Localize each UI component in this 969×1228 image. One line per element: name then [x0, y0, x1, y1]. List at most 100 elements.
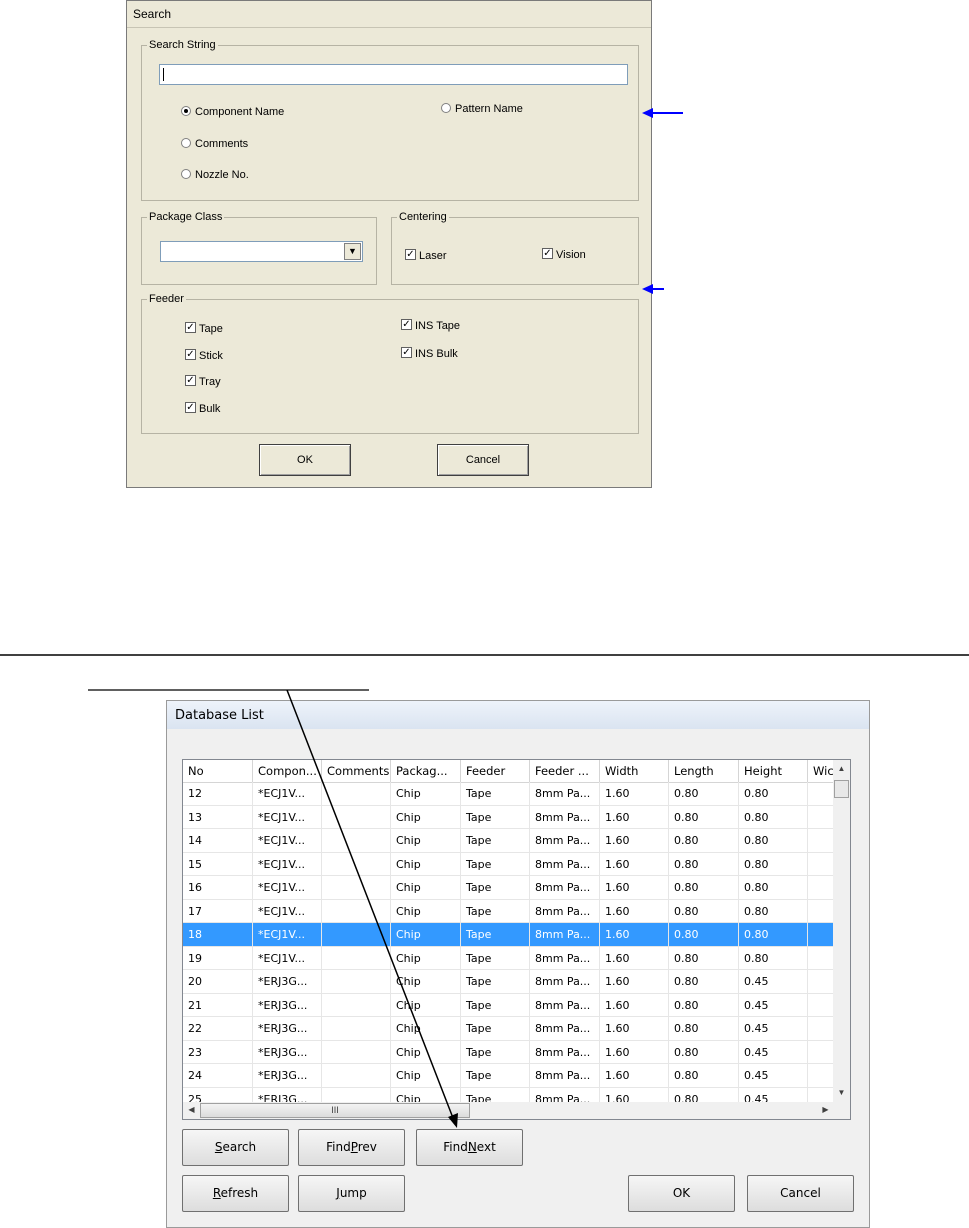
column-header-comments[interactable]: Comments [322, 760, 391, 782]
column-header-wid[interactable]: Wic [808, 760, 834, 782]
cell-comments [322, 946, 391, 970]
jump-button[interactable]: Jump [298, 1175, 405, 1212]
column-header-package[interactable]: Packag... [391, 760, 461, 782]
table-row[interactable]: 20 *ERJ3G... Chip Tape 8mm Pa... 1.60 0.80 0.45 [183, 970, 834, 994]
table-row[interactable]: 17 *ECJ1V... Chip Tape 8mm Pa... 1.60 0.80 0.80 [183, 899, 834, 923]
scroll-thumb[interactable]: III [200, 1103, 470, 1118]
checkbox-label: Vision [556, 249, 586, 261]
column-header-length[interactable]: Length [669, 760, 739, 782]
cell-wid [808, 1040, 834, 1064]
access-key: S [214, 1140, 223, 1154]
cell-width: 1.60 [600, 805, 669, 829]
column-header-component[interactable]: Compon... [253, 760, 322, 782]
scrollbar-corner [833, 1102, 850, 1119]
search-dialog-title: Search [127, 1, 651, 28]
cell-package: Chip [391, 946, 461, 970]
horizontal-scrollbar[interactable]: ◀ III ▶ [183, 1102, 834, 1119]
cell-width: 1.60 [600, 1040, 669, 1064]
cell-height: 0.80 [739, 805, 808, 829]
column-header-no[interactable]: No [183, 760, 253, 782]
table-row[interactable]: 21 *ERJ3G... Chip Tape 8mm Pa... 1.60 0.80 0.45 [183, 993, 834, 1017]
column-header-feeder[interactable]: Feeder [461, 760, 530, 782]
find-next-button[interactable]: FindNext [416, 1129, 523, 1166]
column-header-feeder-type[interactable]: Feeder ... [530, 760, 600, 782]
text-caret [163, 68, 164, 81]
cell-wid [808, 829, 834, 853]
database-list-dialog: Database List No Compon... Comments Pack… [166, 700, 870, 1228]
search-string-input[interactable] [159, 64, 628, 85]
cell-component: *ECJ1V... [253, 946, 322, 970]
cell-no: 19 [183, 946, 253, 970]
refresh-button[interactable]: Refresh [182, 1175, 289, 1212]
database-list-title: Database List [167, 701, 869, 729]
cell-length: 0.80 [669, 829, 739, 853]
cancel-button[interactable]: Cancel [747, 1175, 854, 1212]
checkbox-checked-icon: ✓ [542, 248, 553, 259]
table-row[interactable]: 24 *ERJ3G... Chip Tape 8mm Pa... 1.60 0.80 0.45 [183, 1064, 834, 1088]
cell-length: 0.80 [669, 993, 739, 1017]
table-row[interactable]: 15 *ECJ1V... Chip Tape 8mm Pa... 1.60 0.80 0.80 [183, 852, 834, 876]
scroll-thumb[interactable] [834, 780, 849, 798]
checkbox-label: INS Bulk [415, 348, 458, 360]
cell-component: *ERJ3G... [253, 970, 322, 994]
cell-no: 21 [183, 993, 253, 1017]
cell-comments [322, 852, 391, 876]
scroll-down-icon[interactable]: ▼ [833, 1088, 850, 1097]
checkbox-label: Bulk [199, 403, 221, 415]
cell-no: 24 [183, 1064, 253, 1088]
table-row[interactable]: 18 *ECJ1V... Chip Tape 8mm Pa... 1.60 0.80 0.80 [183, 923, 834, 947]
centering-group: Centering ✓ Laser ✓ Vision [391, 210, 639, 285]
checkbox-checked-icon: ✓ [185, 322, 196, 333]
column-header-height[interactable]: Height [739, 760, 808, 782]
cell-length: 0.80 [669, 876, 739, 900]
column-header-width[interactable]: Width [600, 760, 669, 782]
chevron-down-icon[interactable]: ▼ [344, 243, 361, 260]
cell-width: 1.60 [600, 852, 669, 876]
table-row[interactable]: 14 *ECJ1V... Chip Tape 8mm Pa... 1.60 0.80 0.80 [183, 829, 834, 853]
cell-length: 0.80 [669, 970, 739, 994]
cancel-button[interactable]: Cancel [437, 444, 529, 476]
cell-no: 14 [183, 829, 253, 853]
cell-width: 1.60 [600, 993, 669, 1017]
cell-feeder-type: 8mm Pa... [530, 805, 600, 829]
cell-component: *ECJ1V... [253, 876, 322, 900]
cell-package: Chip [391, 876, 461, 900]
cell-comments [322, 1040, 391, 1064]
cell-no: 23 [183, 1040, 253, 1064]
checkbox-checked-icon: ✓ [185, 349, 196, 360]
scroll-left-icon[interactable]: ◀ [183, 1105, 200, 1114]
database-table[interactable]: No Compon... Comments Packag... Feeder F… [182, 759, 851, 1120]
cell-comments [322, 993, 391, 1017]
cell-feeder-type: 8mm Pa... [530, 923, 600, 947]
cell-wid [808, 970, 834, 994]
ok-button[interactable]: OK [628, 1175, 735, 1212]
table-row[interactable]: 16 *ECJ1V... Chip Tape 8mm Pa... 1.60 0.80 0.80 [183, 876, 834, 900]
checkbox-label: Tape [199, 323, 223, 335]
cell-feeder: Tape [461, 852, 530, 876]
table-row[interactable]: 22 *ERJ3G... Chip Tape 8mm Pa... 1.60 0.80 0.45 [183, 1017, 834, 1041]
cell-package: Chip [391, 899, 461, 923]
cell-component: *ECJ1V... [253, 829, 322, 853]
vertical-scrollbar[interactable]: ▲ ▼ [833, 760, 850, 1102]
cell-length: 0.80 [669, 782, 739, 806]
cell-feeder: Tape [461, 829, 530, 853]
package-class-select[interactable]: ▼ [160, 241, 363, 262]
scroll-right-icon[interactable]: ▶ [817, 1105, 834, 1114]
ok-button[interactable]: OK [259, 444, 351, 476]
find-prev-button[interactable]: FindPrev [298, 1129, 405, 1166]
table-row[interactable]: 13 *ECJ1V... Chip Tape 8mm Pa... 1.60 0.80 0.80 [183, 805, 834, 829]
checkbox-label: Tray [199, 376, 221, 388]
cell-length: 0.80 [669, 1017, 739, 1041]
cell-package: Chip [391, 782, 461, 806]
table-row[interactable]: 19 *ECJ1V... Chip Tape 8mm Pa... 1.60 0.80 0.80 [183, 946, 834, 970]
scroll-up-icon[interactable]: ▲ [833, 764, 850, 773]
cell-height: 0.45 [739, 1040, 808, 1064]
checkbox-label: INS Tape [415, 320, 461, 332]
cell-wid [808, 923, 834, 947]
button-text: earch [222, 1140, 257, 1154]
search-button[interactable]: Search [182, 1129, 289, 1166]
cell-width: 1.60 [600, 1064, 669, 1088]
table-row[interactable]: 12 *ECJ1V... Chip Tape 8mm Pa... 1.60 0.80 0.80 [183, 782, 834, 806]
table-row[interactable]: 23 *ERJ3G... Chip Tape 8mm Pa... 1.60 0.80 0.45 [183, 1040, 834, 1064]
cell-height: 0.80 [739, 876, 808, 900]
